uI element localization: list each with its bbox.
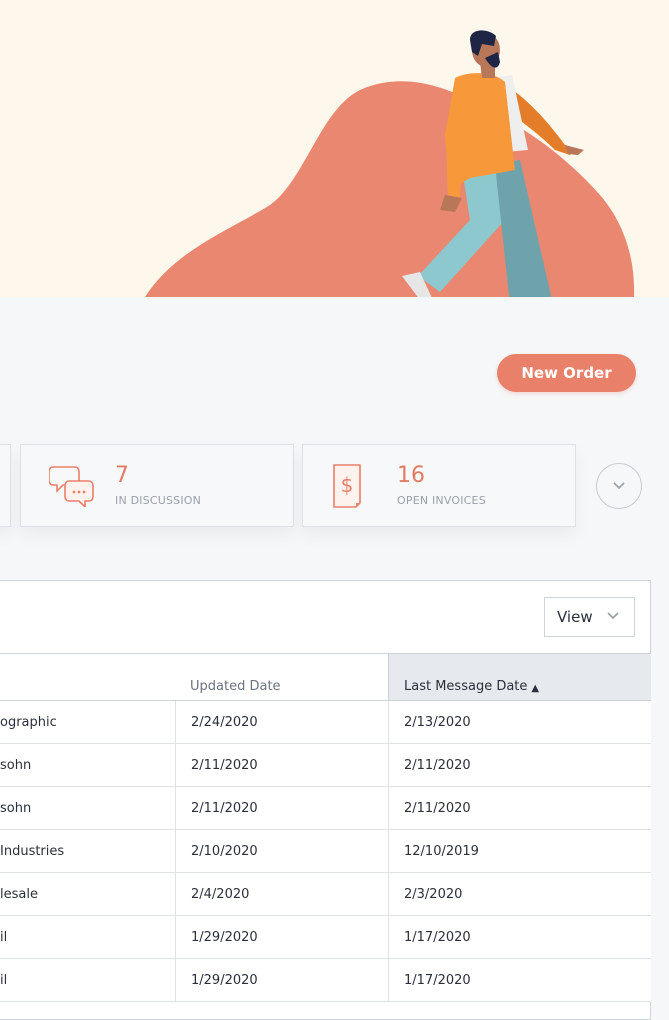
table-row[interactable]: ographic 2/24/2020 2/13/2020 [0,701,651,744]
new-order-button[interactable]: New Order [497,354,636,392]
row-updated-date-cell: 2/4/2020 [175,873,387,915]
chevron-down-icon [613,482,625,490]
row-last-message-date-cell: 2/3/2020 [388,873,651,915]
sort-ascending-icon: ▲ [531,683,540,694]
summary-card-in-discussion[interactable]: 7 IN DISCUSSION [20,444,294,527]
row-last-message-date-cell: 12/10/2019 [388,830,651,872]
row-updated-date-cell: 2/10/2020 [175,830,387,872]
row-last-message-date-cell: 2/11/2020 [388,744,651,786]
view-dropdown-label: View [557,608,593,626]
in-discussion-count: 7 [115,463,129,488]
chevron-down-icon [607,612,619,620]
in-discussion-label: IN DISCUSSION [115,494,202,507]
open-invoices-count: 16 [397,463,425,488]
row-name-cell: sohn [0,757,32,773]
row-name-cell: il [0,929,8,945]
table-row[interactable]: sohn 2/11/2020 2/11/2020 [0,787,651,830]
walking-person-illustration [402,30,584,297]
row-last-message-date-cell: 2/11/2020 [388,787,651,829]
row-name-cell: il [0,972,8,988]
row-name-cell: lesale [0,886,38,902]
expand-cards-button[interactable] [596,463,642,509]
column-header-name[interactable] [0,654,174,700]
summary-card-partial[interactable] [0,444,11,527]
chat-bubbles-icon [48,463,97,511]
table-row[interactable]: lesale 2/4/2020 2/3/2020 [0,873,651,916]
row-name-cell: sohn [0,800,32,816]
row-last-message-date-cell: 2/13/2020 [388,701,651,743]
row-updated-date-cell: 1/29/2020 [175,916,387,958]
table-row[interactable]: il 1/29/2020 1/17/2020 [0,916,651,959]
table-header: Updated Date Last Message Date ▲ [0,653,651,701]
svg-text:$: $ [341,473,354,497]
column-header-updated-date[interactable]: Updated Date [175,654,387,700]
table-row[interactable]: Industries 2/10/2020 12/10/2019 [0,830,651,873]
row-name-cell: Industries [0,843,65,859]
open-invoices-label: OPEN INVOICES [397,494,486,507]
column-header-last-message-date[interactable]: Last Message Date ▲ [388,654,651,700]
row-updated-date-cell: 2/11/2020 [175,787,387,829]
view-dropdown[interactable]: View [544,597,635,637]
row-updated-date-cell: 2/24/2020 [175,701,387,743]
invoice-dollar-icon: $ [331,463,371,513]
column-header-label: Last Message Date [404,679,528,694]
row-name-cell: ographic [0,714,57,730]
row-last-message-date-cell: 1/17/2020 [388,959,651,1001]
table-row[interactable]: il 1/29/2020 1/17/2020 [0,959,651,1002]
row-updated-date-cell: 1/29/2020 [175,959,387,1001]
hero-banner [0,0,669,297]
table-row[interactable]: sohn 2/11/2020 2/11/2020 [0,744,651,787]
summary-card-open-invoices[interactable]: $ 16 OPEN INVOICES [302,444,576,527]
row-last-message-date-cell: 1/17/2020 [388,916,651,958]
column-header-label: Updated Date [190,679,281,694]
row-updated-date-cell: 2/11/2020 [175,744,387,786]
